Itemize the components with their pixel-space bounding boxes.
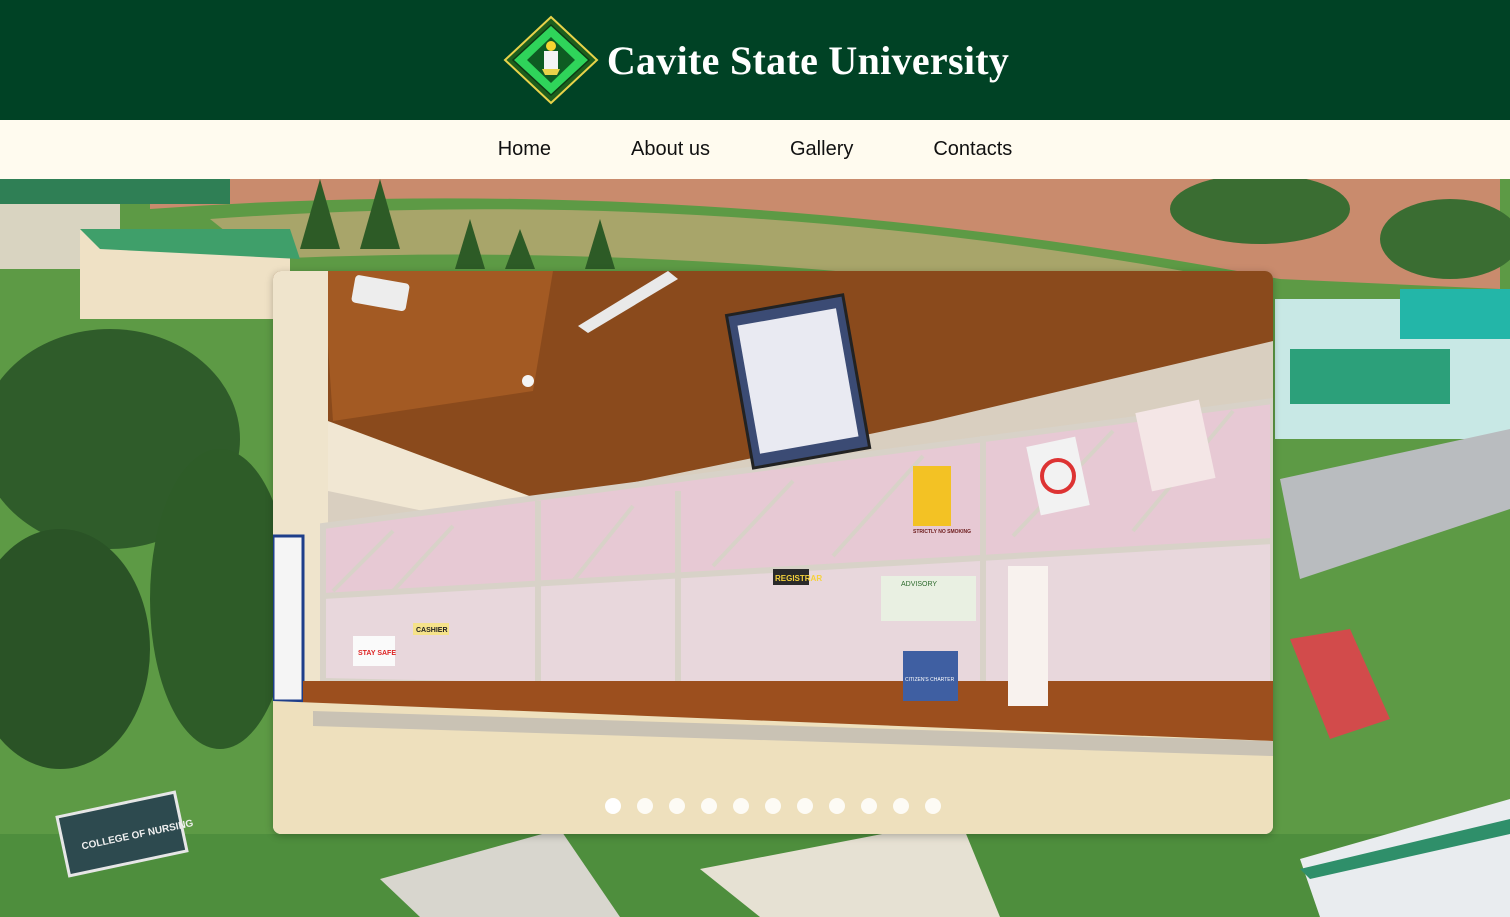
carousel-dot-1[interactable] bbox=[605, 798, 621, 814]
nav-about-link[interactable]: About us bbox=[631, 138, 710, 161]
carousel-dot-11[interactable] bbox=[925, 798, 941, 814]
carousel-dot-9[interactable] bbox=[861, 798, 877, 814]
carousel-dot-6[interactable] bbox=[765, 798, 781, 814]
carousel-dot-2[interactable] bbox=[637, 798, 653, 814]
university-logo-icon[interactable] bbox=[501, 15, 601, 105]
nav-gallery-link[interactable]: Gallery bbox=[790, 138, 853, 161]
site-title: Cavite State University bbox=[606, 37, 1010, 83]
nav-contacts-link[interactable]: Contacts bbox=[933, 138, 1012, 161]
no-smoking-sign: STRICTLY NO SMOKING bbox=[913, 529, 971, 535]
carousel-dot-8[interactable] bbox=[829, 798, 845, 814]
carousel-dot-4[interactable] bbox=[701, 798, 717, 814]
carousel-dot-3[interactable] bbox=[669, 798, 685, 814]
carousel-slide-image: REGISTRAR CASHIER ADVISORY CITIZEN'S CHA… bbox=[273, 271, 1273, 834]
citizens-charter-sign: CITIZEN'S CHARTER bbox=[905, 677, 955, 683]
carousel-dot-7[interactable] bbox=[797, 798, 813, 814]
registrar-sign: REGISTRAR bbox=[775, 574, 822, 583]
stay-safe-sign: STAY SAFE bbox=[358, 650, 396, 657]
advisory-sign: ADVISORY bbox=[901, 581, 937, 588]
image-carousel[interactable]: REGISTRAR CASHIER ADVISORY CITIZEN'S CHA… bbox=[273, 271, 1273, 834]
site-header: Cavite State University bbox=[0, 0, 1510, 120]
main-nav: Home About us Gallery Contacts bbox=[0, 120, 1510, 179]
nav-home-link[interactable]: Home bbox=[498, 138, 551, 161]
cashier-sign: CASHIER bbox=[416, 627, 448, 634]
carousel-indicators bbox=[273, 798, 1273, 814]
carousel-dot-10[interactable] bbox=[893, 798, 909, 814]
carousel-dot-5[interactable] bbox=[733, 798, 749, 814]
